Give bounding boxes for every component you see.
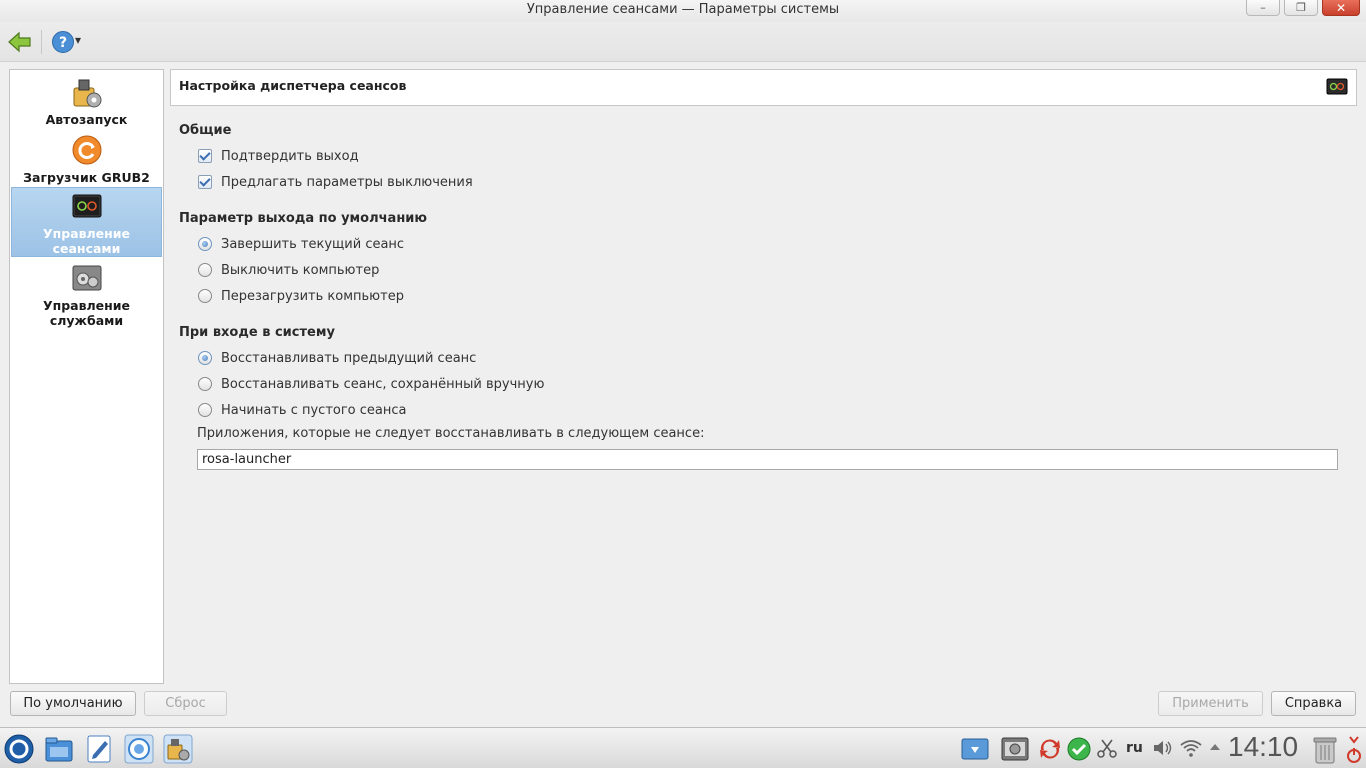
page-header: Настройка диспетчера сеансов bbox=[170, 69, 1357, 106]
expand-arrow-icon[interactable] bbox=[1209, 742, 1221, 752]
confirm-logout-option[interactable]: Подтвердить выход bbox=[198, 147, 359, 165]
session-icon bbox=[72, 194, 101, 218]
offer-shutdown-checkbox[interactable] bbox=[198, 175, 212, 189]
toolbar: ? ▾ bbox=[0, 22, 1366, 62]
close-icon: ✕ bbox=[1335, 1, 1347, 15]
session-manager-icon bbox=[1326, 78, 1348, 95]
confirm-logout-checkbox[interactable] bbox=[198, 149, 212, 163]
sidebar-item-sessions[interactable]: Управление сеансами bbox=[11, 187, 162, 257]
end-session-option[interactable]: Завершить текущий сеанс bbox=[198, 235, 404, 253]
wifi-icon[interactable] bbox=[1179, 737, 1203, 759]
reboot-radio[interactable] bbox=[198, 289, 212, 303]
offer-shutdown-label: Предлагать параметры выключения bbox=[221, 174, 473, 190]
toolbar-separator bbox=[41, 30, 42, 54]
sidebar-item-grub[interactable]: Загрузчик GRUB2 bbox=[11, 134, 162, 186]
reboot-label: Перезагрузить компьютер bbox=[221, 288, 404, 304]
maximize-icon: ❐ bbox=[1296, 1, 1306, 14]
sidebar-item-label: Управление сеансами bbox=[42, 226, 131, 256]
restore-saved-option[interactable]: Восстанавливать сеанс, сохранённый вручн… bbox=[198, 375, 544, 393]
sidebar-item-autostart[interactable]: Автозапуск bbox=[11, 76, 162, 128]
window-title: Управление сеансами — Параметры системы bbox=[526, 2, 840, 17]
apply-button[interactable]: Применить bbox=[1158, 691, 1263, 716]
shutdown-label: Выключить компьютер bbox=[221, 262, 380, 278]
default-leave-section-title: Параметр выхода по умолчанию bbox=[179, 211, 428, 226]
back-arrow-icon bbox=[8, 31, 31, 53]
check-icon[interactable] bbox=[1066, 736, 1092, 762]
offer-shutdown-option[interactable]: Предлагать параметры выключения bbox=[198, 173, 473, 191]
empty-session-label: Начинать с пустого сеанса bbox=[221, 402, 407, 418]
page-title: Настройка диспетчера сеансов bbox=[179, 78, 407, 93]
services-icon bbox=[72, 265, 101, 291]
restore-previous-radio[interactable] bbox=[198, 351, 212, 365]
restore-previous-label: Восстанавливать предыдущий сеанс bbox=[221, 350, 477, 366]
restore-saved-label: Восстанавливать сеанс, сохранённый вручн… bbox=[221, 376, 545, 392]
trash-icon[interactable] bbox=[1311, 735, 1339, 765]
clock[interactable]: 14:10 bbox=[1228, 731, 1298, 763]
reset-button[interactable]: Сброс bbox=[144, 691, 227, 716]
help-button[interactable]: Справка bbox=[1271, 691, 1356, 716]
text-editor-icon[interactable] bbox=[83, 733, 115, 765]
sidebar-item-services[interactable]: Управление службами bbox=[11, 262, 162, 328]
browser-icon[interactable] bbox=[123, 733, 155, 765]
autostart-icon bbox=[73, 79, 101, 108]
restore-previous-option[interactable]: Восстанавливать предыдущий сеанс bbox=[198, 349, 476, 367]
close-button[interactable]: ✕ bbox=[1322, 0, 1360, 16]
on-login-section-title: При входе в систему bbox=[179, 325, 335, 340]
shutdown-option[interactable]: Выключить компьютер bbox=[198, 261, 379, 279]
rosa-launcher-icon[interactable] bbox=[3, 733, 35, 765]
general-section-title: Общие bbox=[179, 123, 232, 138]
system-monitor-icon[interactable] bbox=[999, 733, 1031, 765]
disk-icon[interactable] bbox=[959, 733, 991, 765]
back-button[interactable] bbox=[7, 30, 33, 54]
grub-icon bbox=[72, 135, 101, 165]
sidebar: Автозапуск Загрузчик GRUB2 Управление се… bbox=[9, 69, 164, 684]
volume-icon[interactable] bbox=[1151, 737, 1175, 759]
minimize-button[interactable]: – bbox=[1246, 0, 1280, 16]
sidebar-item-label: Автозапуск bbox=[45, 112, 128, 127]
excluded-apps-input[interactable] bbox=[197, 449, 1338, 470]
update-icon[interactable] bbox=[1037, 736, 1063, 762]
power-icon[interactable] bbox=[1346, 734, 1362, 764]
shutdown-radio[interactable] bbox=[198, 263, 212, 277]
scissors-icon[interactable] bbox=[1096, 737, 1118, 759]
end-session-label: Завершить текущий сеанс bbox=[221, 236, 405, 252]
maximize-button[interactable]: ❐ bbox=[1284, 0, 1318, 16]
chevron-down-icon: ▾ bbox=[75, 33, 82, 47]
system-settings-icon[interactable] bbox=[162, 733, 194, 765]
restore-saved-radio[interactable] bbox=[198, 377, 212, 391]
keyboard-layout-indicator[interactable]: ru bbox=[1126, 740, 1143, 756]
sidebar-item-label: Загрузчик GRUB2 bbox=[23, 170, 150, 185]
end-session-radio[interactable] bbox=[198, 237, 212, 251]
file-manager-icon[interactable] bbox=[43, 733, 75, 765]
window-titlebar: Управление сеансами — Параметры системы … bbox=[0, 0, 1366, 22]
sidebar-item-label: Управление службами bbox=[42, 298, 131, 328]
taskbar: ru 14:10 bbox=[0, 727, 1366, 768]
help-question-icon: ? bbox=[52, 31, 74, 53]
empty-session-option[interactable]: Начинать с пустого сеанса bbox=[198, 401, 407, 419]
help-menu-button[interactable]: ? ▾ bbox=[51, 29, 85, 55]
svg-text:?: ? bbox=[59, 35, 67, 51]
minimize-icon: – bbox=[1260, 1, 1266, 14]
defaults-button[interactable]: По умолчанию bbox=[10, 691, 136, 716]
reboot-option[interactable]: Перезагрузить компьютер bbox=[198, 287, 404, 305]
empty-session-radio[interactable] bbox=[198, 403, 212, 417]
confirm-logout-label: Подтвердить выход bbox=[221, 148, 359, 164]
excluded-apps-label: Приложения, которые не следует восстанав… bbox=[197, 426, 705, 441]
